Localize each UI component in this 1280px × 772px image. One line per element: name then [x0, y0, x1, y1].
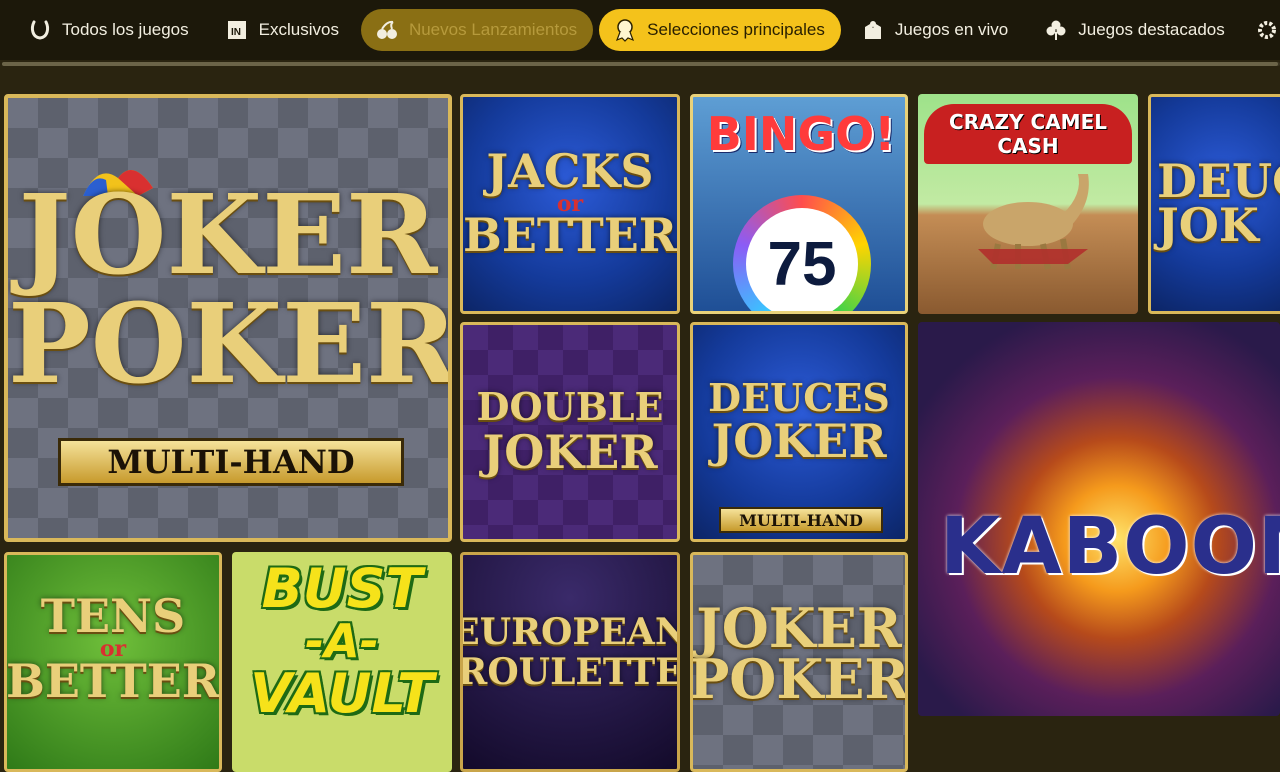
game-tile-european-roulette[interactable]: EUROPEAN ROULETTE — [460, 552, 680, 772]
game-tile-tens-or-better[interactable]: TENS or BETTER — [4, 552, 222, 772]
game-title-line2: JOK — [1157, 198, 1259, 252]
cherries-icon — [375, 18, 399, 42]
game-tile-crazy-camel-cash[interactable]: CRAZY CAMEL CASH — [918, 94, 1138, 314]
game-tile-joker-poker-multi-hand[interactable]: JOKER POKER MULTI-HAND — [4, 94, 452, 542]
camel-icon — [968, 164, 1098, 279]
game-title-line1: BUST — [261, 557, 423, 620]
game-tile-jacks-or-better[interactable]: JACKS or BETTER — [460, 94, 680, 314]
tab-new-releases[interactable]: Nuevos Lanzamientos — [360, 9, 594, 51]
game-tile-deuces-joker-multi-hand[interactable]: DEUCES JOKER MULTI-HAND — [690, 322, 908, 542]
tab-live-games[interactable]: Juegos en vivo — [847, 9, 1024, 51]
game-tile-joker-poker[interactable]: JOKER POKER — [690, 552, 908, 772]
tab-label: Todos los juegos — [62, 20, 189, 39]
game-tile-double-joker[interactable]: DOUBLE JOKER — [460, 322, 680, 542]
category-navbar: Todos los juegos IN Exclusivos Nuevos La… — [0, 0, 1280, 60]
tab-label: Exclusivos — [258, 20, 339, 39]
award-ribbon-icon — [613, 18, 637, 42]
game-title-line1: JACKS — [486, 143, 654, 198]
game-title-line2: POKER — [8, 278, 452, 408]
game-title: BINGO! — [706, 107, 896, 161]
game-banner: MULTI-HAND — [719, 507, 883, 533]
horizontal-scrollbar-thumb[interactable] — [2, 62, 1278, 66]
bingo-ball: 75 — [733, 195, 871, 311]
game-title-line2: BETTER — [462, 208, 678, 263]
game-title-line1: JOKER — [18, 170, 438, 299]
game-banner: MULTI-HAND — [58, 438, 404, 486]
game-title: CRAZY CAMEL CASH — [924, 104, 1132, 164]
tab-label: Nuevos Lanzamientos — [408, 20, 578, 39]
horseshoe-icon — [28, 18, 52, 42]
tab-more-partial[interactable] — [1247, 9, 1280, 51]
exclusive-badge-icon: IN — [225, 18, 249, 42]
game-title-line3: VAULT — [250, 661, 434, 725]
game-tile-kaboom[interactable]: KABOOM — [918, 322, 1280, 716]
game-title-line2: JOKER — [711, 414, 887, 469]
clover-icon — [1044, 18, 1068, 42]
game-title-line2: JOKER — [482, 425, 658, 480]
game-tile-deuces-joker[interactable]: DEUC JOK — [1148, 94, 1280, 314]
bingo-ball-number: 75 — [746, 208, 858, 311]
game-title-line2: ROULETTE — [460, 651, 680, 694]
game-title-line1: DEUCES — [708, 375, 890, 421]
gear-icon — [1255, 18, 1279, 42]
tab-label: Selecciones principales — [647, 20, 825, 39]
svg-text:IN: IN — [231, 27, 241, 38]
game-tile-bust-a-vault[interactable]: BUST -A- VAULT — [232, 552, 452, 772]
game-title-line1: TENS — [40, 589, 186, 643]
game-title-line1: EUROPEAN — [460, 611, 680, 653]
tab-featured-games[interactable]: Juegos destacados — [1030, 9, 1241, 51]
game-title-line2: BETTER — [5, 653, 221, 708]
game-tile-bingo[interactable]: BINGO! 75 — [690, 94, 908, 314]
tab-exclusives[interactable]: IN Exclusivos — [211, 9, 355, 51]
dealer-icon — [861, 18, 885, 42]
game-title: KABOOM — [940, 502, 1280, 592]
game-title-line2: -A- — [305, 614, 379, 668]
game-title-line2: POKER — [690, 647, 908, 712]
category-tabs: Todos los juegos IN Exclusivos Nuevos La… — [0, 8, 1280, 52]
tab-label: Juegos en vivo — [894, 20, 1009, 39]
tab-label: Juegos destacados — [1078, 20, 1225, 39]
tab-top-picks[interactable]: Selecciones principales — [599, 9, 841, 51]
tab-all-games[interactable]: Todos los juegos — [14, 9, 205, 51]
game-title-line1: DOUBLE — [476, 384, 664, 430]
